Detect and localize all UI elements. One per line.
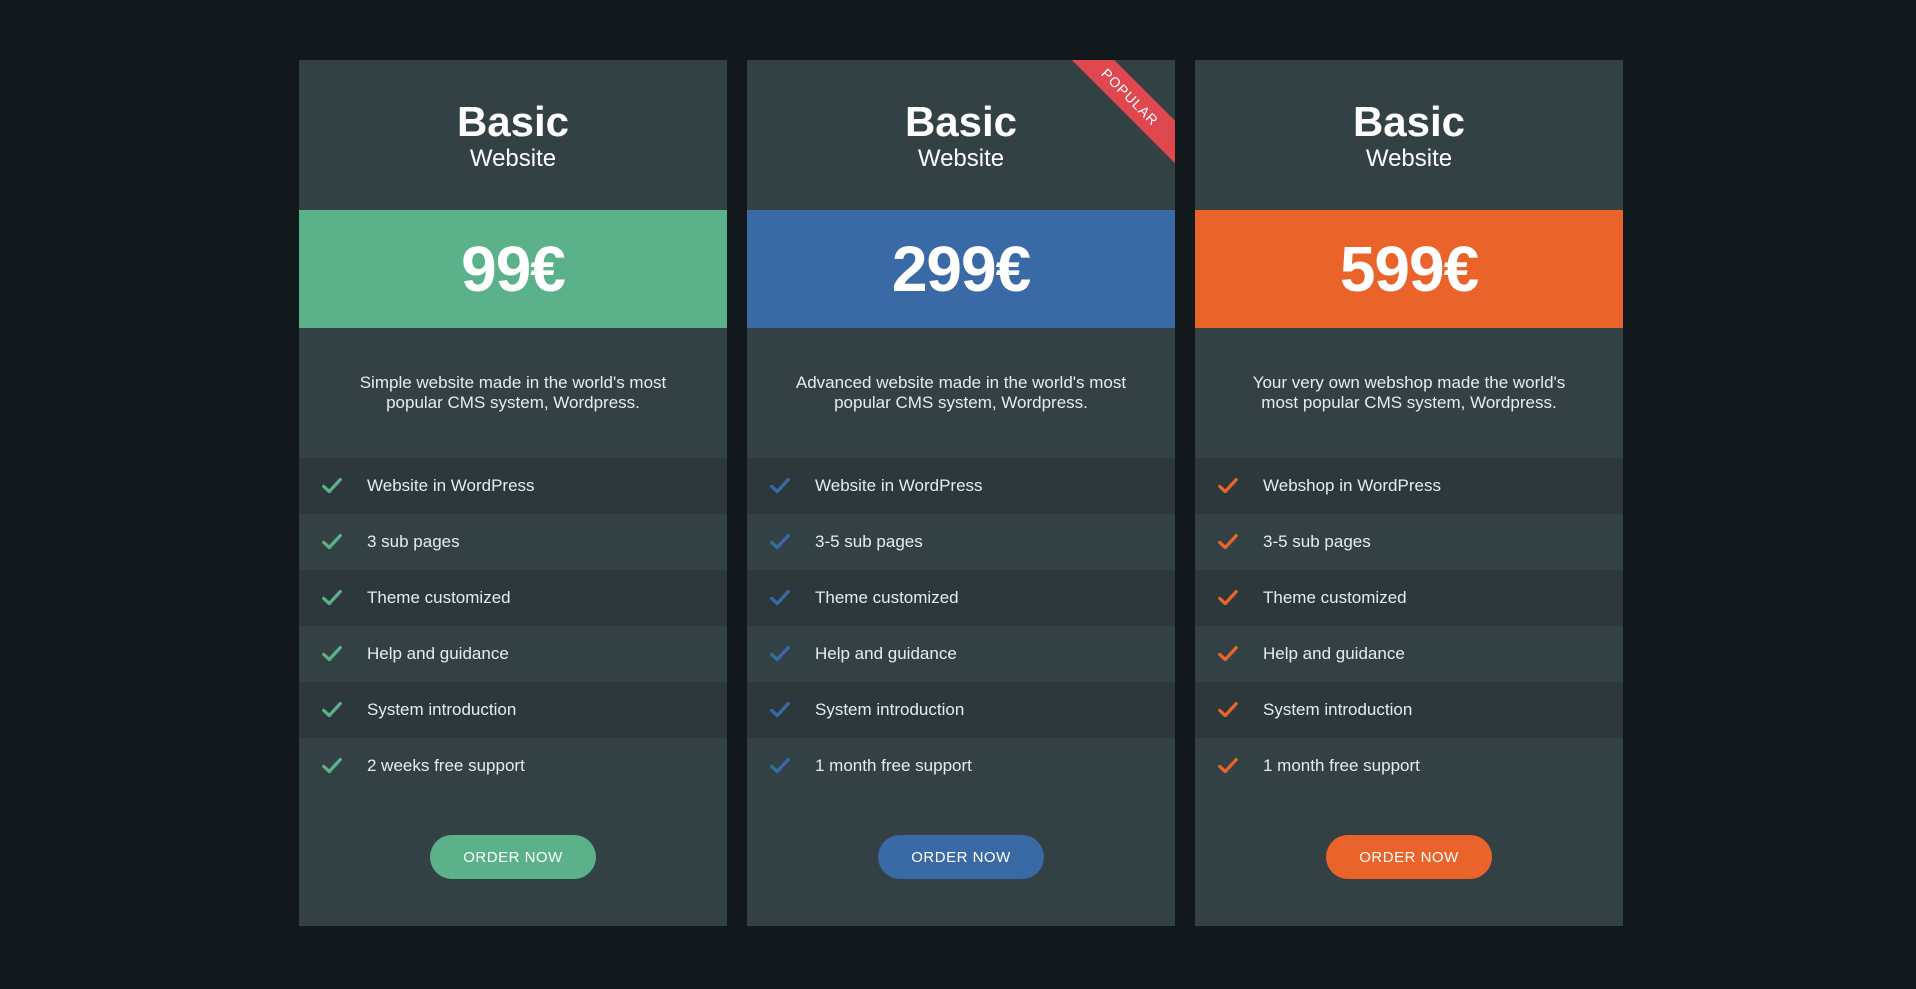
feature-item: Help and guidance xyxy=(299,626,727,682)
plan-title: Basic xyxy=(904,98,1018,145)
check-icon xyxy=(1217,755,1239,777)
check-icon xyxy=(321,755,343,777)
check-icon xyxy=(1217,643,1239,665)
check-icon xyxy=(769,587,791,609)
feature-list: Webshop in WordPress 3-5 sub pages Theme… xyxy=(1195,458,1623,794)
feature-item: System introduction xyxy=(299,682,727,738)
feature-item: Website in WordPress xyxy=(747,458,1175,514)
order-area: ORDER NOW xyxy=(747,794,1175,926)
feature-label: Help and guidance xyxy=(815,644,957,663)
plan-subtitle: Website xyxy=(469,145,557,172)
check-icon xyxy=(1217,475,1239,497)
feature-item: Theme customized xyxy=(299,570,727,626)
feature-item: Website in WordPress xyxy=(299,458,727,514)
price-band: 299€ xyxy=(747,210,1175,328)
card-header: Basic Website xyxy=(1195,60,1623,210)
order-now-button[interactable]: ORDER NOW xyxy=(430,835,596,879)
feature-item: 3 sub pages xyxy=(299,514,727,570)
check-icon xyxy=(1217,699,1239,721)
feature-label: 2 weeks free support xyxy=(367,756,525,775)
feature-list: Website in WordPress 3 sub pages Theme c… xyxy=(299,458,727,794)
check-icon xyxy=(769,755,791,777)
feature-item: System introduction xyxy=(1195,682,1623,738)
feature-item: 3-5 sub pages xyxy=(747,514,1175,570)
plan-subtitle: Website xyxy=(917,145,1005,172)
check-icon xyxy=(1217,587,1239,609)
feature-item: Help and guidance xyxy=(747,626,1175,682)
feature-label: Webshop in WordPress xyxy=(1263,476,1441,495)
check-icon xyxy=(321,531,343,553)
feature-label: Theme customized xyxy=(367,588,511,607)
price-band: 99€ xyxy=(299,210,727,328)
check-icon xyxy=(769,699,791,721)
feature-label: 3-5 sub pages xyxy=(815,532,923,551)
order-now-button[interactable]: ORDER NOW xyxy=(878,835,1044,879)
feature-label: Website in WordPress xyxy=(367,476,535,495)
feature-item: 2 weeks free support xyxy=(299,738,727,794)
check-icon xyxy=(321,587,343,609)
check-icon xyxy=(769,531,791,553)
plan-price: 599€ xyxy=(1339,233,1479,305)
pricing-card-advanced: POPULAR Basic Website 299€ Advanced webs… xyxy=(747,60,1175,926)
plan-description: Advanced website made in the world's mos… xyxy=(795,373,1127,412)
check-icon xyxy=(1217,531,1239,553)
check-icon xyxy=(321,699,343,721)
feature-list: Website in WordPress 3-5 sub pages Theme… xyxy=(747,458,1175,794)
order-now-button[interactable]: ORDER NOW xyxy=(1326,835,1492,879)
plan-price: 99€ xyxy=(461,233,566,305)
feature-label: Help and guidance xyxy=(367,644,509,663)
order-area: ORDER NOW xyxy=(1195,794,1623,926)
price-band: 599€ xyxy=(1195,210,1623,328)
feature-label: Website in WordPress xyxy=(815,476,983,495)
plan-description: Your very own webshop made the world's m… xyxy=(1252,373,1566,412)
feature-label: 3 sub pages xyxy=(367,532,460,551)
feature-item: Help and guidance xyxy=(1195,626,1623,682)
feature-item: Webshop in WordPress xyxy=(1195,458,1623,514)
feature-label: Help and guidance xyxy=(1263,644,1405,663)
feature-label: Theme customized xyxy=(815,588,959,607)
plan-description: Simple website made in the world's most … xyxy=(359,373,667,412)
feature-label: System introduction xyxy=(1263,700,1413,719)
feature-label: System introduction xyxy=(367,700,517,719)
plan-title: Basic xyxy=(1352,98,1466,145)
card-header: Basic Website xyxy=(299,60,727,210)
plan-title: Basic xyxy=(456,98,570,145)
check-icon xyxy=(321,643,343,665)
pricing-cards: Basic Website 99€ Simple website made in… xyxy=(299,60,1623,926)
order-area: ORDER NOW xyxy=(299,794,727,926)
pricing-card-basic: Basic Website 99€ Simple website made in… xyxy=(299,60,727,926)
plan-subtitle: Website xyxy=(1365,145,1453,172)
check-icon xyxy=(769,643,791,665)
feature-label: 1 month free support xyxy=(815,756,972,775)
feature-item: 3-5 sub pages xyxy=(1195,514,1623,570)
feature-item: 1 month free support xyxy=(1195,738,1623,794)
check-icon xyxy=(321,475,343,497)
feature-item: System introduction xyxy=(747,682,1175,738)
feature-label: 1 month free support xyxy=(1263,756,1420,775)
feature-label: System introduction xyxy=(815,700,965,719)
feature-label: 3-5 sub pages xyxy=(1263,532,1371,551)
feature-label: Theme customized xyxy=(1263,588,1407,607)
pricing-card-webshop: Basic Website 599€ Your very own webshop… xyxy=(1195,60,1623,926)
feature-item: Theme customized xyxy=(1195,570,1623,626)
feature-item: Theme customized xyxy=(747,570,1175,626)
plan-price: 299€ xyxy=(891,233,1031,305)
check-icon xyxy=(769,475,791,497)
feature-item: 1 month free support xyxy=(747,738,1175,794)
